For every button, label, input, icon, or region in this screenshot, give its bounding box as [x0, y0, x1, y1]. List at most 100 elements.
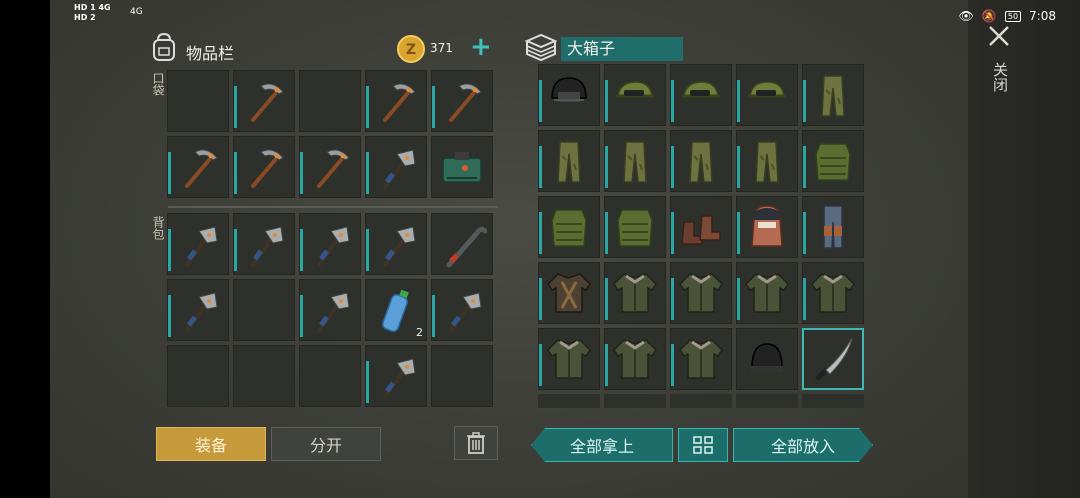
hatchet-icon [251, 226, 284, 267]
backpack-grid: 2 [167, 213, 493, 407]
close-label[interactable]: 关闭 [990, 62, 1011, 92]
backpack-slot[interactable]: 2 [365, 279, 427, 341]
balaclava-icon [751, 205, 783, 247]
backpack-slot[interactable] [233, 345, 295, 407]
chest-slot[interactable] [538, 328, 600, 390]
pocket-slot[interactable] [233, 70, 295, 132]
hatchet-icon [185, 226, 218, 267]
camo-pants-icon [755, 141, 779, 183]
backpack-slot[interactable] [431, 279, 493, 341]
pocket-label: 口袋 [151, 72, 165, 96]
chest-slot[interactable] [736, 328, 798, 390]
jacket-icon [613, 339, 657, 379]
pocket-slot[interactable] [365, 136, 427, 198]
hatchet-icon [383, 149, 416, 190]
pocket-slot[interactable] [167, 136, 229, 198]
coin-icon: Z [397, 35, 425, 63]
chest-slot[interactable] [736, 130, 798, 192]
chest-slot[interactable] [670, 328, 732, 390]
backpack-slot[interactable] [365, 213, 427, 275]
chest-slot[interactable] [538, 130, 600, 192]
camo-pants-icon [557, 141, 581, 183]
chest-slot[interactable] [670, 130, 732, 192]
chest-grid-more[interactable] [538, 394, 868, 408]
chest-title[interactable]: 大箱子 [561, 37, 683, 61]
hatchet-icon [383, 358, 416, 399]
hatchet-icon [317, 226, 350, 267]
backpack-slot[interactable] [233, 213, 295, 275]
chest-slot[interactable] [538, 262, 600, 324]
chest-slot[interactable] [604, 64, 666, 126]
chest-slot[interactable] [604, 328, 666, 390]
chest-slot[interactable] [802, 130, 864, 192]
chest-slot[interactable] [736, 196, 798, 258]
chest-slot[interactable] [604, 196, 666, 258]
backpack-slot[interactable] [431, 345, 493, 407]
backpack-slot[interactable] [233, 279, 295, 341]
beanie-icon [751, 343, 783, 372]
chest-slot[interactable] [802, 262, 864, 324]
chest-slot[interactable] [538, 196, 600, 258]
chest-slot[interactable] [670, 196, 732, 258]
camo-cap-icon [616, 81, 654, 98]
jacket-icon [679, 273, 723, 313]
hatchet-icon [383, 226, 416, 267]
split-button[interactable]: 分开 [271, 427, 381, 461]
pickaxe-icon [185, 149, 218, 188]
mute-icon: 🔕 [981, 9, 997, 23]
chest-slot[interactable] [802, 196, 864, 258]
boots-icon [681, 215, 721, 245]
equip-button[interactable]: 装备 [156, 427, 266, 461]
backpack-slot[interactable] [299, 345, 361, 407]
put-all-button[interactable]: 全部放入 [733, 428, 873, 462]
pocket-slot[interactable] [431, 70, 493, 132]
chest-slot[interactable] [604, 130, 666, 192]
chest-slot[interactable] [802, 328, 864, 390]
sort-button[interactable] [678, 428, 728, 462]
add-coins-button[interactable]: + [470, 32, 492, 62]
camo-cap-icon [748, 81, 786, 98]
svg-text:Z: Z [406, 42, 416, 58]
jacket-icon [613, 273, 657, 313]
pocket-slot[interactable] [167, 70, 229, 132]
water-bottle-icon [381, 289, 409, 332]
pocket-slot[interactable] [233, 136, 295, 198]
chest-slot[interactable] [670, 64, 732, 126]
backpack-slot[interactable] [167, 345, 229, 407]
pocket-slot[interactable] [299, 136, 361, 198]
pocket-grid [167, 70, 493, 198]
armored-jacket-icon [547, 273, 591, 313]
backpack-slot[interactable] [431, 213, 493, 275]
chest-slot[interactable] [736, 262, 798, 324]
camo-vest-icon [551, 209, 587, 247]
camo-vest-icon [617, 209, 653, 247]
chest-slot[interactable] [736, 64, 798, 126]
item-quantity: 2 [416, 326, 423, 339]
backpack-slot[interactable] [299, 213, 361, 275]
backpack-slot[interactable] [299, 279, 361, 341]
inventory-title: 物品栏 [186, 44, 235, 63]
chest-slot[interactable] [802, 64, 864, 126]
close-icon[interactable] [987, 24, 1011, 48]
tackle-box-icon [442, 152, 482, 183]
battery-icon: 50 [1004, 10, 1022, 22]
jacket-icon [547, 339, 591, 379]
backpack-slot[interactable] [365, 345, 427, 407]
pickaxe-icon [251, 83, 284, 122]
right-side-panel [968, 0, 1080, 498]
chest-slot[interactable] [604, 262, 666, 324]
signal-label: 4G [130, 7, 143, 17]
status-bar: HD 1 4G HD 2 4G 👁 🔕 50 7:08 [0, 0, 1080, 30]
backpack-slot[interactable] [167, 279, 229, 341]
sim-indicators: HD 1 4G HD 2 [74, 3, 111, 23]
chest-slot[interactable] [538, 64, 600, 126]
backpack-slot[interactable] [167, 213, 229, 275]
chest-slot[interactable] [670, 262, 732, 324]
take-all-button[interactable]: 全部拿上 [531, 428, 673, 462]
pocket-slot[interactable] [299, 70, 361, 132]
pocket-slot[interactable] [365, 70, 427, 132]
leg-armor-icon [823, 205, 843, 249]
machete-icon [815, 337, 853, 381]
pocket-slot[interactable] [431, 136, 493, 198]
trash-button[interactable] [454, 426, 498, 460]
